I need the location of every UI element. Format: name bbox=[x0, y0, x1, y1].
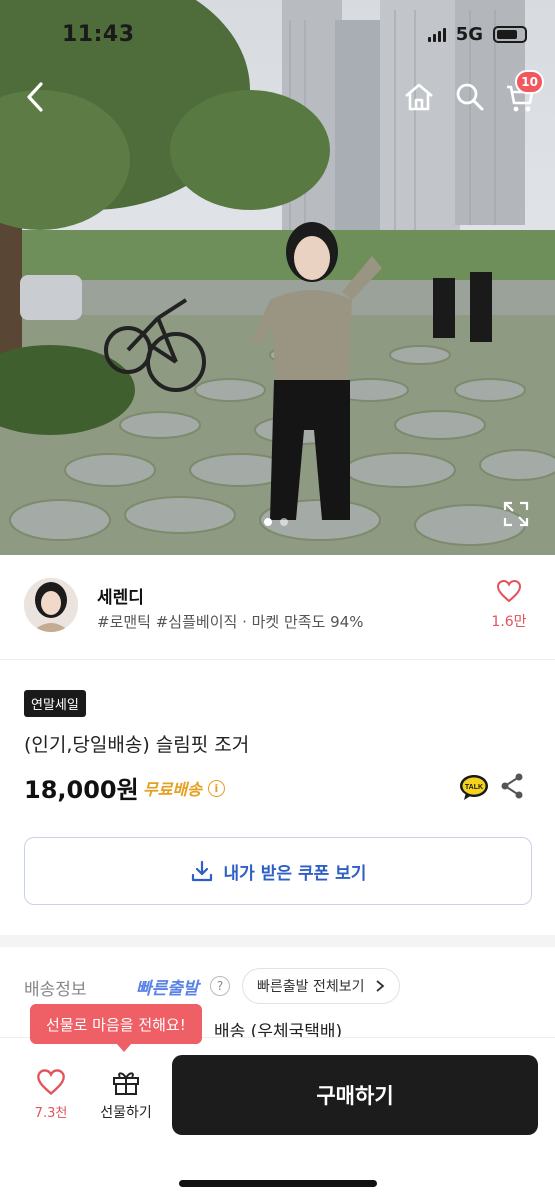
back-button[interactable] bbox=[18, 80, 52, 114]
info-icon[interactable]: i bbox=[207, 779, 225, 797]
signal-icon bbox=[427, 27, 446, 42]
product-info: 연말세일 (인기,당일배송) 슬림핏 조거 18,000원 무료배송 i TAL… bbox=[0, 660, 555, 935]
product-title: (인기,당일배송) 슬림핏 조거 bbox=[24, 734, 250, 756]
free-shipping-label: 무료배송 bbox=[143, 780, 202, 799]
section-divider bbox=[0, 935, 555, 947]
buy-button[interactable]: 구매하기 bbox=[172, 1055, 538, 1135]
seller-avatar[interactable] bbox=[24, 578, 78, 632]
seller-like-count: 1.6만 bbox=[491, 614, 527, 630]
fast-dispatch-label: 빠른출발 bbox=[136, 979, 199, 999]
gift-label: 선물하기 bbox=[100, 1105, 152, 1121]
network-label: 5G bbox=[455, 24, 483, 45]
download-icon bbox=[191, 860, 212, 882]
shipping-label: 배송정보 bbox=[24, 980, 87, 1000]
seller-section[interactable]: 세렌디 #로맨틱 #심플베이직 · 마켓 만족도 94% 1.6만 bbox=[0, 555, 555, 660]
seller-name[interactable]: 세렌디 bbox=[97, 583, 144, 608]
cart-button[interactable]: 10 bbox=[504, 70, 544, 114]
product-like-button[interactable]: 7.3천 bbox=[26, 1068, 76, 1121]
gift-icon bbox=[113, 1072, 139, 1095]
help-icon[interactable]: ? bbox=[210, 976, 230, 996]
product-image-gallery[interactable]: 11:43 5G 10 bbox=[0, 0, 555, 555]
expand-image-button[interactable] bbox=[502, 500, 530, 532]
gallery-pager bbox=[264, 518, 288, 526]
status-indicators: 5G bbox=[427, 24, 527, 45]
coupon-button[interactable]: 내가 받은 쿠폰 보기 bbox=[24, 837, 532, 905]
chevron-left-icon bbox=[27, 82, 43, 112]
status-time: 11:43 bbox=[62, 22, 135, 47]
expand-icon bbox=[503, 501, 529, 527]
heart-icon bbox=[37, 1069, 65, 1096]
battery-icon bbox=[493, 26, 527, 43]
free-shipping-tag[interactable]: 무료배송 i bbox=[143, 776, 225, 800]
seller-like-button[interactable]: 1.6만 bbox=[487, 579, 531, 631]
product-price: 18,000원 bbox=[24, 776, 139, 804]
pager-dot bbox=[280, 518, 288, 526]
fast-dispatch-all-label: 빠른출발 전체보기 bbox=[257, 979, 365, 995]
product-like-count: 7.3천 bbox=[34, 1106, 68, 1121]
talk-icon: TALK bbox=[460, 775, 488, 800]
heart-icon bbox=[496, 579, 522, 603]
avatar-image bbox=[24, 578, 78, 632]
search-icon bbox=[456, 83, 484, 111]
search-button[interactable] bbox=[452, 80, 488, 114]
home-indicator bbox=[179, 1180, 377, 1187]
svg-text:TALK: TALK bbox=[465, 784, 483, 791]
sale-badge: 연말세일 bbox=[24, 690, 86, 717]
cart-count-badge: 10 bbox=[515, 70, 544, 94]
home-icon bbox=[405, 83, 433, 111]
gift-button[interactable]: 선물하기 bbox=[94, 1068, 158, 1122]
share-icon bbox=[501, 773, 523, 799]
seller-tags: #로맨틱 #심플베이직 · 마켓 만족도 94% bbox=[97, 613, 364, 631]
chevron-right-icon bbox=[375, 980, 384, 992]
home-button[interactable] bbox=[400, 80, 438, 114]
coupon-label: 내가 받은 쿠폰 보기 bbox=[223, 863, 367, 884]
kakao-talk-button[interactable]: TALK bbox=[458, 773, 490, 805]
pager-dot-active bbox=[264, 518, 272, 526]
gift-tooltip: 선물로 마음을 전해요! bbox=[30, 1004, 202, 1052]
status-bar: 11:43 5G bbox=[0, 0, 555, 70]
fast-dispatch-all-button[interactable]: 빠른출발 전체보기 bbox=[242, 968, 400, 1004]
share-button[interactable] bbox=[499, 772, 525, 804]
